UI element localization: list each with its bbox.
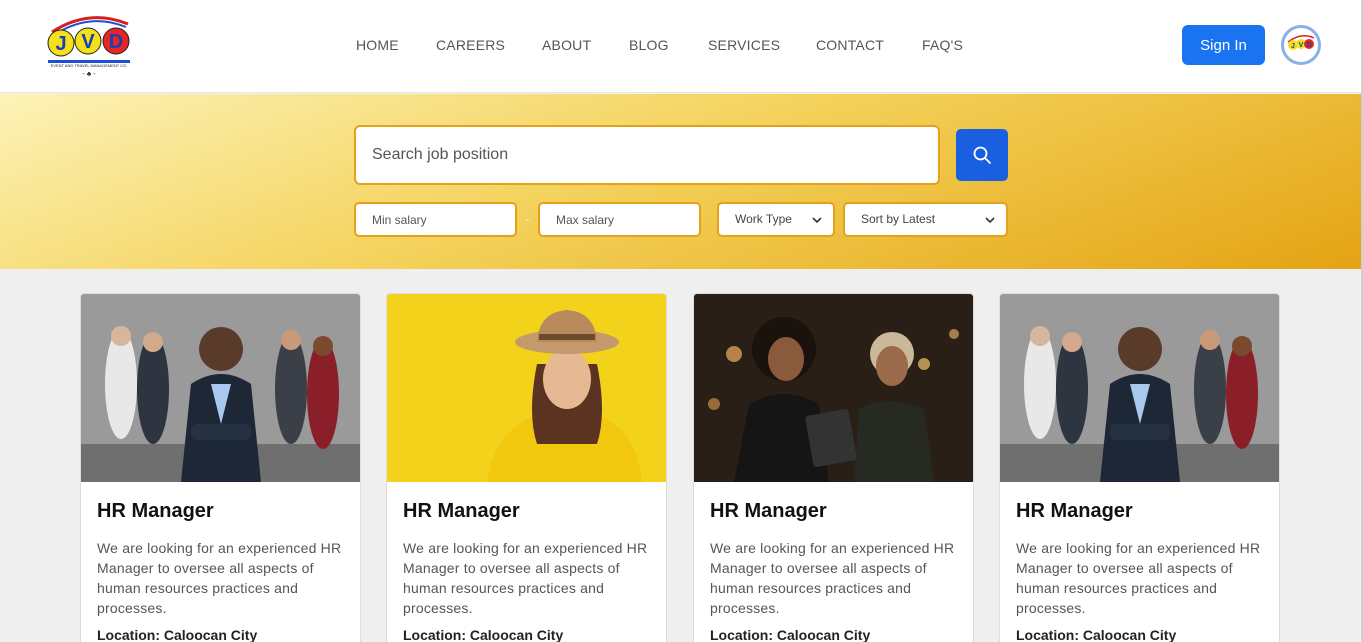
job-description: We are looking for an experienced HR Man… xyxy=(403,540,648,616)
svg-text:EVENT AND TRAVEL MANAGEMENT CO: EVENT AND TRAVEL MANAGEMENT CO. xyxy=(51,63,128,68)
svg-text:D: D xyxy=(109,31,123,53)
job-title: HR Manager xyxy=(710,500,827,522)
job-location: Location: Caloocan City xyxy=(403,627,564,642)
job-image-group-team xyxy=(81,294,360,482)
logo-mark-icon: J V D EVENT AND TRAVEL MANAGEMENT CO. - … xyxy=(47,16,130,78)
job-description: We are looking for an experienced HR Man… xyxy=(1016,540,1261,616)
search-hero: - Work Type Sort by Latest xyxy=(0,94,1361,269)
svg-text:J: J xyxy=(1291,43,1295,50)
job-location: Location: Caloocan City xyxy=(97,627,258,642)
search-input[interactable] xyxy=(354,125,940,185)
search-button[interactable] xyxy=(956,129,1008,181)
job-location: Location: Caloocan City xyxy=(710,627,871,642)
nav-home[interactable]: HOME xyxy=(356,37,399,53)
sort-value: Sort by Latest xyxy=(861,212,936,226)
svg-text:J: J xyxy=(55,33,66,55)
avatar[interactable]: J V D xyxy=(1281,25,1321,65)
job-location: Location: Caloocan City xyxy=(1016,627,1177,642)
chevron-down-icon xyxy=(812,217,822,224)
svg-text:V: V xyxy=(81,31,95,53)
min-salary-input[interactable] xyxy=(354,202,517,237)
job-card[interactable]: HR Manager We are looking for an experie… xyxy=(80,293,361,642)
job-description: We are looking for an experienced HR Man… xyxy=(97,540,342,616)
job-image-yellow-hat xyxy=(387,294,666,482)
nav-blog[interactable]: BLOG xyxy=(629,37,669,53)
user-avatar-icon: J V D xyxy=(1287,35,1315,50)
sort-select[interactable]: Sort by Latest xyxy=(843,202,1008,237)
job-image-group-team xyxy=(1000,294,1279,482)
work-type-select[interactable]: Work Type xyxy=(717,202,835,237)
job-card[interactable]: HR Manager We are looking for an experie… xyxy=(693,293,974,642)
salary-range-separator: - xyxy=(525,211,530,227)
job-card[interactable]: HR Manager We are looking for an experie… xyxy=(999,293,1280,642)
chevron-down-icon xyxy=(985,217,995,224)
brand-logo[interactable]: J V D EVENT AND TRAVEL MANAGEMENT CO. - … xyxy=(44,10,134,80)
sign-in-button[interactable]: Sign In xyxy=(1182,25,1265,65)
job-description: We are looking for an experienced HR Man… xyxy=(710,540,955,616)
svg-text:D: D xyxy=(1306,42,1311,49)
nav-faqs[interactable]: FAQ'S xyxy=(922,37,963,53)
site-header: J V D EVENT AND TRAVEL MANAGEMENT CO. - … xyxy=(0,0,1361,93)
svg-text:- ♣ -: - ♣ - xyxy=(82,71,96,78)
work-type-value: Work Type xyxy=(735,212,792,226)
job-card[interactable]: HR Manager We are looking for an experie… xyxy=(386,293,667,642)
nav-contact[interactable]: CONTACT xyxy=(816,37,884,53)
nav-services[interactable]: SERVICES xyxy=(708,37,780,53)
svg-text:V: V xyxy=(1299,42,1304,49)
search-icon xyxy=(973,146,991,164)
job-title: HR Manager xyxy=(1016,500,1133,522)
job-image-two-women xyxy=(694,294,973,482)
job-title: HR Manager xyxy=(403,500,520,522)
nav-careers[interactable]: CAREERS xyxy=(436,37,505,53)
nav-about[interactable]: ABOUT xyxy=(542,37,591,53)
job-title: HR Manager xyxy=(97,500,214,522)
max-salary-input[interactable] xyxy=(538,202,701,237)
